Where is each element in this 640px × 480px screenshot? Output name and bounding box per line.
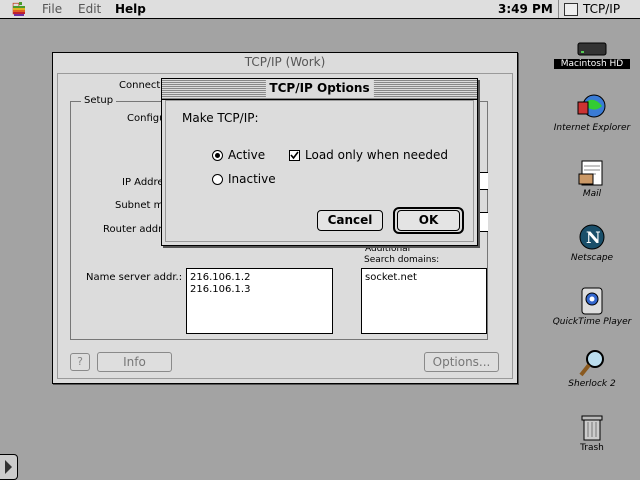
search-domains-field[interactable]: socket.net xyxy=(361,268,487,334)
help-button[interactable]: ? xyxy=(70,353,90,371)
options-button[interactable]: Options... xyxy=(424,352,499,372)
mail-icon xyxy=(576,158,608,188)
help-icon: ? xyxy=(77,355,83,368)
icon-label: Sherlock 2 xyxy=(568,379,616,389)
apple-logo-icon[interactable] xyxy=(12,2,26,17)
checkmark-icon xyxy=(290,151,299,160)
application-menu-name: TCP/IP xyxy=(583,2,621,16)
menu-file[interactable]: File xyxy=(42,2,62,16)
ip-address-label: IP Addre xyxy=(122,177,164,188)
dialog-titlebar[interactable]: TCP/IP Options xyxy=(162,79,477,100)
desktop-icon-macintosh-hd[interactable]: Macintosh HD xyxy=(554,40,630,69)
cancel-button[interactable]: Cancel xyxy=(317,210,383,231)
icon-label: Macintosh HD xyxy=(554,59,630,69)
dialog-title: TCP/IP Options xyxy=(265,80,374,97)
internet-explorer-icon xyxy=(576,92,608,122)
svg-text:N: N xyxy=(586,228,601,247)
quicktime-icon xyxy=(576,286,608,316)
setup-group-title: Setup xyxy=(81,95,117,106)
make-tcpip-prompt: Make TCP/IP: xyxy=(182,111,259,125)
name-server-1: 216.106.1.2 xyxy=(190,272,251,283)
control-strip-arrow-icon xyxy=(5,460,12,474)
desktop-icon-netscape[interactable]: N Netscape xyxy=(560,222,624,263)
desktop-icon-sherlock[interactable]: Sherlock 2 xyxy=(556,348,628,389)
tcpip-app-icon xyxy=(564,3,578,16)
radio-inactive-label[interactable]: Inactive xyxy=(228,172,276,186)
icon-label: Trash xyxy=(580,443,604,453)
menu-bar:  File Edit Help 3:49 PM TCP/IP xyxy=(0,0,640,19)
ip-address-field-edge[interactable] xyxy=(477,172,488,190)
router-address-field-edge[interactable] xyxy=(477,212,488,232)
menu-help[interactable]: Help xyxy=(115,2,146,16)
menu-clock[interactable]: 3:49 PM xyxy=(498,2,553,16)
application-menu[interactable]: TCP/IP xyxy=(558,0,640,18)
name-server-label: Name server addr.: xyxy=(86,272,183,283)
search-domain-1: socket.net xyxy=(365,272,417,283)
configure-label: Configu xyxy=(127,113,166,124)
icon-label: QuickTime Player xyxy=(552,317,632,327)
name-server-field[interactable]: 216.106.1.2 216.106.1.3 xyxy=(186,268,333,334)
hard-disk-icon xyxy=(576,40,608,58)
name-server-2: 216.106.1.3 xyxy=(190,284,251,295)
icon-label: Mail xyxy=(582,189,602,199)
desktop-icon-internet-explorer[interactable]: Internet Explorer xyxy=(545,92,639,133)
load-when-needed-checkbox[interactable] xyxy=(289,150,300,161)
radio-active-label[interactable]: Active xyxy=(228,148,265,162)
router-address-label: Router addre xyxy=(103,224,169,235)
info-button[interactable]: Info xyxy=(97,352,172,372)
trash-icon xyxy=(576,412,608,442)
desktop-icon-mail[interactable]: Mail xyxy=(560,158,624,199)
radio-inactive[interactable] xyxy=(212,174,223,185)
radio-active[interactable] xyxy=(212,150,223,161)
desktop-icon-trash[interactable]: Trash xyxy=(570,412,614,453)
control-strip-tab[interactable] xyxy=(0,454,18,480)
ok-button[interactable]: OK xyxy=(397,210,460,231)
sherlock-icon xyxy=(576,348,608,378)
desktop-icon-quicktime[interactable]: QuickTime Player xyxy=(545,286,639,327)
window-title[interactable]: TCP/IP (Work) xyxy=(53,53,517,72)
netscape-icon: N xyxy=(576,222,608,252)
icon-label: Internet Explorer xyxy=(553,123,631,133)
icon-label: Netscape xyxy=(570,253,614,263)
search-domains-label: Search domains: xyxy=(364,255,440,265)
load-when-needed-label[interactable]: Load only when needed xyxy=(305,148,448,162)
menu-edit[interactable]: Edit xyxy=(78,2,101,16)
